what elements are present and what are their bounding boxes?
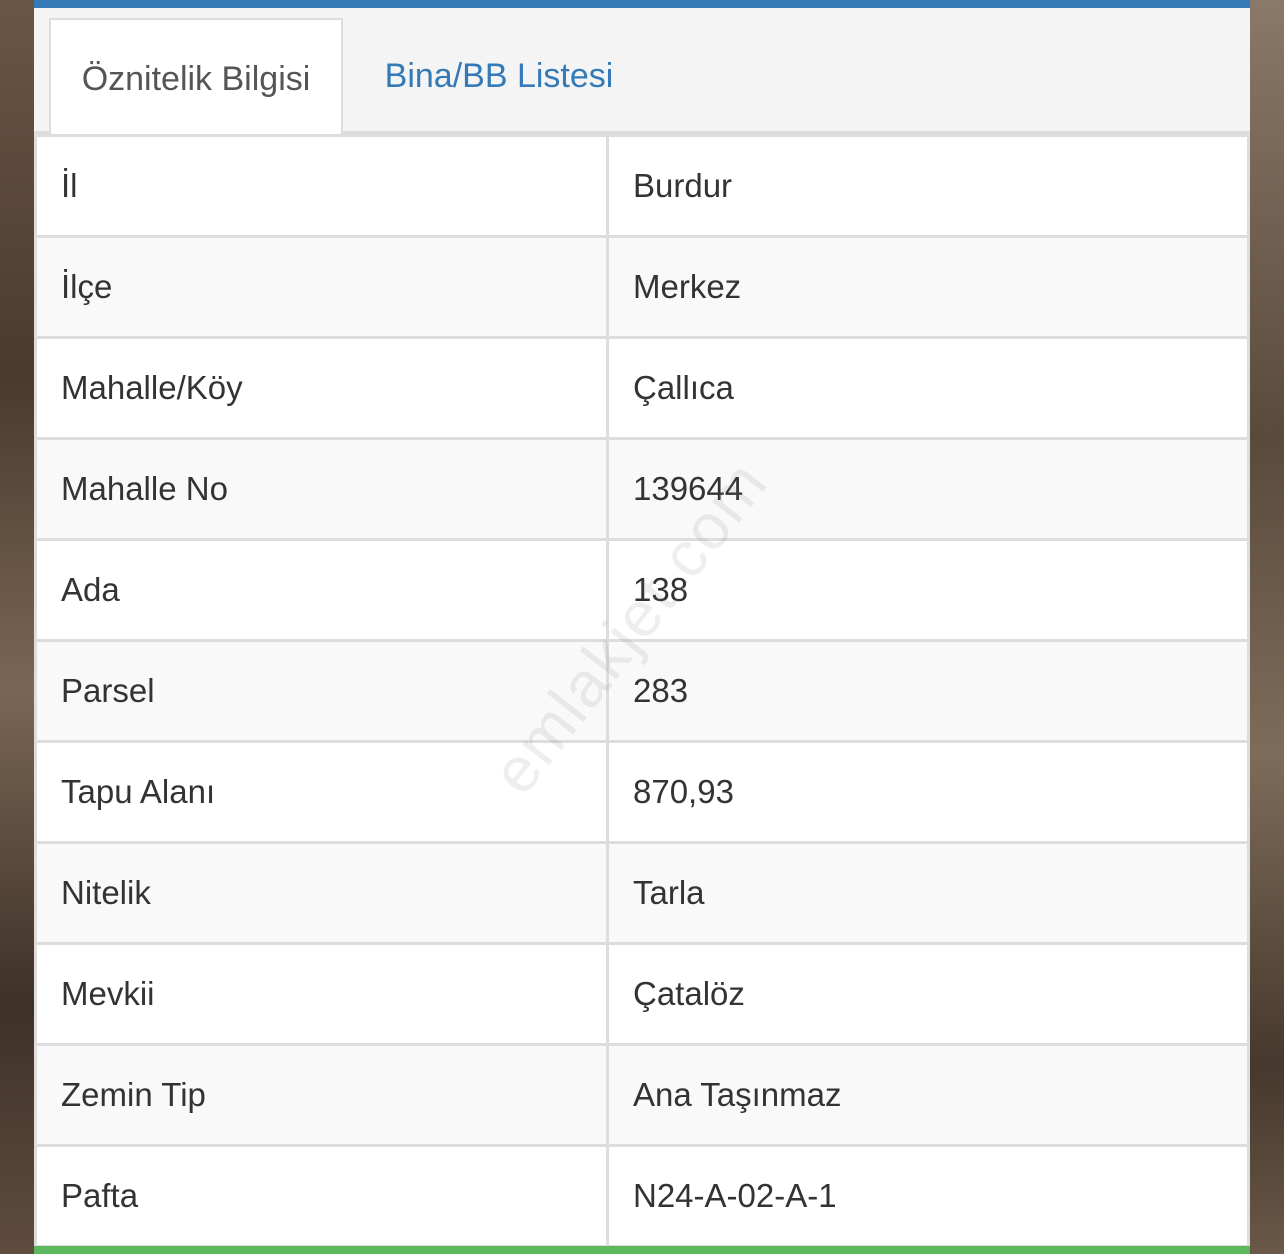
attribute-table: İl Burdur İlçe Merkez Mahalle/Köy Çallıc… <box>34 134 1250 1248</box>
row-key: Mahalle No <box>34 437 609 541</box>
table-row: İlçe Merkez <box>34 235 1250 339</box>
row-key: Ada <box>34 538 609 642</box>
background-right <box>1250 0 1284 1254</box>
panel-top-accent-bar <box>34 0 1250 8</box>
row-value: Tarla <box>606 841 1250 945</box>
table-row: Nitelik Tarla <box>34 841 1250 945</box>
row-value: Çallıca <box>606 336 1250 440</box>
row-key: İl <box>34 134 609 238</box>
table-row: Parsel 283 <box>34 639 1250 743</box>
background-left <box>0 0 34 1254</box>
row-key: Pafta <box>34 1144 609 1248</box>
table-row: Tapu Alanı 870,93 <box>34 740 1250 844</box>
row-key: İlçe <box>34 235 609 339</box>
row-value: N24-A-02-A-1 <box>606 1144 1250 1248</box>
table-row: Mahalle/Köy Çallıca <box>34 336 1250 440</box>
table-row: Ada 138 <box>34 538 1250 642</box>
row-value: Ana Taşınmaz <box>606 1043 1250 1147</box>
row-value: 139644 <box>606 437 1250 541</box>
row-key: Mevkii <box>34 942 609 1046</box>
row-value: Merkez <box>606 235 1250 339</box>
row-value: 283 <box>606 639 1250 743</box>
table-row: İl Burdur <box>34 134 1250 238</box>
tab-building-list[interactable]: Bina/BB Listesi <box>354 18 644 135</box>
panel-bottom-accent-bar <box>34 1246 1250 1254</box>
table-row: Mevkii Çatalöz <box>34 942 1250 1046</box>
row-key: Parsel <box>34 639 609 743</box>
row-key: Tapu Alanı <box>34 740 609 844</box>
row-key: Mahalle/Köy <box>34 336 609 440</box>
tab-strip: Öznitelik Bilgisi Bina/BB Listesi <box>34 8 1250 138</box>
tab-attribute-info[interactable]: Öznitelik Bilgisi <box>49 18 343 138</box>
table-row: Zemin Tip Ana Taşınmaz <box>34 1043 1250 1147</box>
row-value: 870,93 <box>606 740 1250 844</box>
row-key: Zemin Tip <box>34 1043 609 1147</box>
row-value: 138 <box>606 538 1250 642</box>
row-value: Burdur <box>606 134 1250 238</box>
attribute-panel: Öznitelik Bilgisi Bina/BB Listesi İl Bur… <box>34 0 1250 1254</box>
table-row: Mahalle No 139644 <box>34 437 1250 541</box>
table-row: Pafta N24-A-02-A-1 <box>34 1144 1250 1248</box>
row-key: Nitelik <box>34 841 609 945</box>
row-value: Çatalöz <box>606 942 1250 1046</box>
